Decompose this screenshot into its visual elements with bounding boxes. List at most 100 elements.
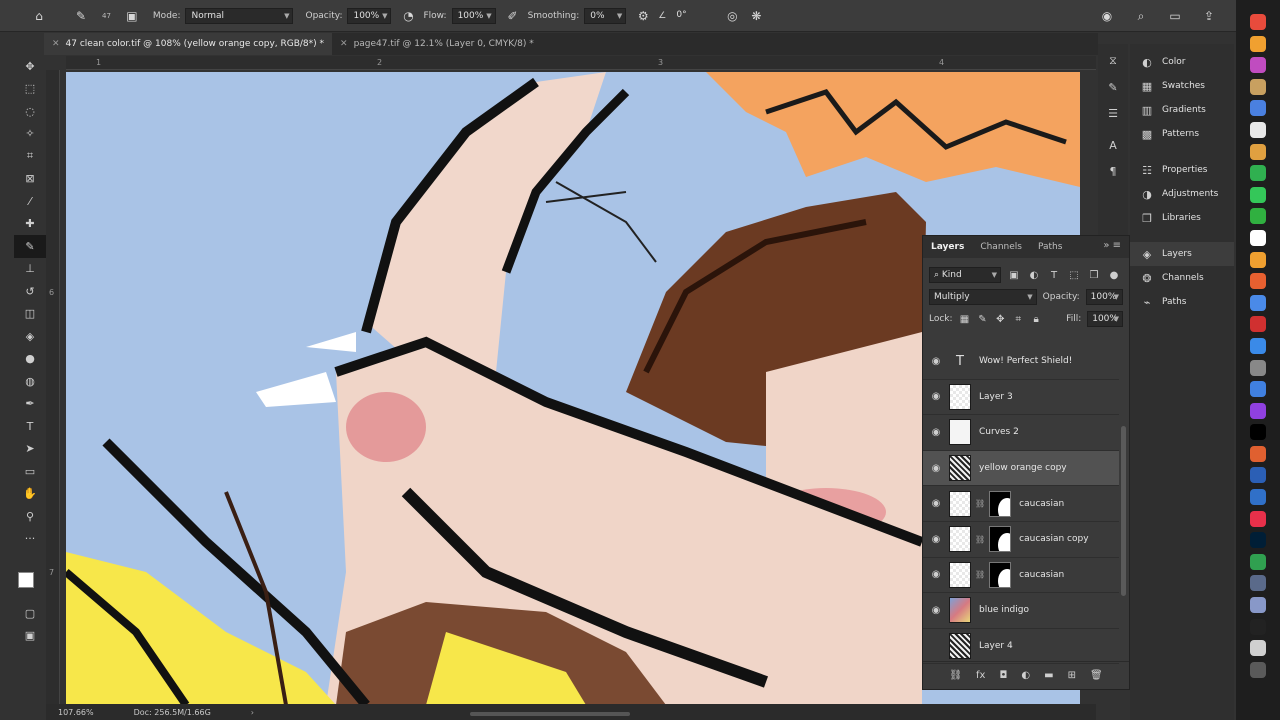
layer-row[interactable]: ◉ T Wow! Perfect Shield! <box>923 344 1119 380</box>
close-icon[interactable]: ✕ <box>340 33 348 55</box>
app-store-app-icon[interactable] <box>1250 337 1266 354</box>
lasso-tool-icon[interactable]: ◌ <box>14 100 46 123</box>
layer-row[interactable]: ◉ Layer 4 <box>923 629 1119 665</box>
filter-adjustment-icon[interactable]: ◐ <box>1027 270 1041 281</box>
filter-shape-icon[interactable]: ⬚ <box>1067 270 1081 281</box>
home-icon[interactable]: ⌂ <box>30 7 48 25</box>
app-icon[interactable] <box>1250 640 1266 657</box>
photoshop-app-icon[interactable] <box>1250 532 1266 549</box>
eye-icon[interactable]: ◉ <box>923 605 949 616</box>
panel-swatches[interactable]: ▦ Swatches <box>1130 74 1234 98</box>
layer-row[interactable]: ◉ Layer 3 <box>923 380 1119 416</box>
layers-scrollbar[interactable] <box>1121 426 1126 596</box>
new-layer-icon[interactable]: ⊞ <box>1068 670 1076 681</box>
layer-row[interactable]: ◉ ⛓︎ caucasian <box>923 558 1119 594</box>
app-icon[interactable] <box>1250 273 1266 290</box>
history-brush-tool-icon[interactable]: ↺ <box>14 280 46 303</box>
layer-opacity-input[interactable]: 100% ▼ <box>1085 289 1123 305</box>
lock-all-icon[interactable]: 🔒︎ <box>1030 314 1042 325</box>
eye-icon[interactable]: ◉ <box>923 463 949 474</box>
status-menu-icon[interactable]: › <box>251 708 254 717</box>
stamp-tool-icon[interactable]: ⊥ <box>14 258 46 281</box>
path-selection-tool-icon[interactable]: ➤ <box>14 438 46 461</box>
brush-tool-icon[interactable]: ✎ <box>14 235 46 258</box>
gear-icon[interactable]: ⚙ <box>634 7 652 25</box>
move-tool-icon[interactable]: ✥ <box>14 55 46 78</box>
panel-gradients[interactable]: ▥ Gradients <box>1130 98 1234 122</box>
opacity-input[interactable]: 100% ▼ <box>347 7 392 24</box>
mode-select[interactable]: Normal ▼ <box>185 7 294 24</box>
layer-row[interactable]: ◉ Curves 2 <box>923 415 1119 451</box>
brush-tool-icon[interactable]: ✎ <box>72 7 90 25</box>
panel-properties[interactable]: ☷ Properties <box>1130 158 1234 182</box>
app-icon[interactable] <box>1250 553 1266 570</box>
layer-row[interactable]: ◉ yellow orange copy <box>923 450 1119 487</box>
lock-transparency-icon[interactable]: ▦ <box>959 314 971 325</box>
system-prefs-app-icon[interactable] <box>1250 359 1266 376</box>
app-icon[interactable] <box>1250 229 1266 246</box>
history-icon[interactable]: ⧖ <box>1098 50 1128 72</box>
app-icon[interactable] <box>1250 294 1266 311</box>
layer-mask-thumbnail[interactable] <box>989 561 1012 588</box>
eye-icon[interactable]: ◉ <box>923 356 949 367</box>
panel-paths[interactable]: ⌁ Paths <box>1130 290 1234 314</box>
eye-icon[interactable]: ◉ <box>923 534 949 545</box>
zoom-tool-icon[interactable]: ⚲ <box>14 505 46 528</box>
obs-app-icon[interactable] <box>1250 618 1266 635</box>
podcasts-app-icon[interactable] <box>1250 402 1266 419</box>
workspace-icon[interactable]: ▭ <box>1166 7 1184 25</box>
pressure-opacity-icon[interactable]: ◔ <box>399 7 417 25</box>
search-icon[interactable]: ⌕ <box>1132 7 1150 25</box>
app-icon[interactable] <box>1250 100 1266 117</box>
opera-app-icon[interactable] <box>1250 316 1266 333</box>
chrome-app-icon[interactable] <box>1250 143 1266 160</box>
music-app-icon[interactable] <box>1250 510 1266 527</box>
type-tool-icon[interactable]: T <box>14 415 46 438</box>
filter-smart-object-icon[interactable]: ❒ <box>1087 270 1101 281</box>
facetime-app-icon[interactable] <box>1250 208 1266 225</box>
blend-mode-select[interactable]: Multiply ▼ <box>929 289 1037 305</box>
filter-toggle-icon[interactable]: ● <box>1107 270 1121 281</box>
brush-settings-icon[interactable]: ▣ <box>123 7 141 25</box>
layer-mask-thumbnail[interactable] <box>989 490 1012 517</box>
eye-icon[interactable]: ◉ <box>923 427 949 438</box>
panel-menu-icon[interactable]: » ≡ <box>1103 240 1121 251</box>
flow-input[interactable]: 100% ▼ <box>451 7 496 24</box>
airbrush-icon[interactable]: ✐ <box>504 7 522 25</box>
tab-paths[interactable]: Paths <box>1038 242 1062 252</box>
eye-icon[interactable]: ◉ <box>923 569 949 580</box>
more-tools-icon[interactable]: ··· <box>14 528 46 551</box>
filter-type-icon[interactable]: T <box>1047 270 1061 281</box>
pressure-size-icon[interactable]: ◎ <box>723 7 741 25</box>
app-icon[interactable] <box>1250 121 1266 138</box>
panel-color[interactable]: ◐ Color <box>1130 50 1234 74</box>
link-icon[interactable]: ⛓︎ <box>975 570 985 579</box>
dodge-tool-icon[interactable]: ● <box>14 348 46 371</box>
tab-layers[interactable]: Layers <box>931 242 964 252</box>
horizontal-scrollbar[interactable] <box>470 712 630 716</box>
lock-image-icon[interactable]: ✎ <box>976 314 988 325</box>
app-icon[interactable] <box>1250 575 1266 592</box>
calendar-app-icon[interactable] <box>1250 14 1266 30</box>
panel-channels[interactable]: ❂ Channels <box>1130 266 1234 290</box>
layer-row[interactable]: ◉ blue indigo <box>923 593 1119 629</box>
layer-row[interactable]: ◉ ⛓︎ caucasian <box>923 486 1119 522</box>
app-icon[interactable] <box>1250 78 1266 95</box>
zoom-level[interactable]: 107.66% <box>58 708 94 717</box>
link-layers-icon[interactable]: ⛓︎ <box>949 670 962 681</box>
paragraph-icon[interactable]: ¶ <box>1098 160 1128 182</box>
notes-app-icon[interactable] <box>1250 35 1266 52</box>
shape-tool-icon[interactable]: ▭ <box>14 460 46 483</box>
screen-mode-icon[interactable]: ▣ <box>14 624 46 647</box>
foreground-color-swatch[interactable] <box>18 572 34 588</box>
quick-mask-icon[interactable]: ▢ <box>14 602 46 625</box>
marquee-tool-icon[interactable]: ⬚ <box>14 78 46 101</box>
trash-icon[interactable] <box>1250 661 1266 678</box>
tool-presets-icon[interactable]: ☰ <box>1098 102 1128 124</box>
user-icon[interactable]: ◉ <box>1098 7 1116 25</box>
lock-artboard-icon[interactable]: ⌗ <box>1012 314 1024 325</box>
crop-tool-icon[interactable]: ⌗ <box>14 145 46 168</box>
adjustment-layer-icon[interactable]: ◐ <box>1021 670 1030 681</box>
app-icon[interactable] <box>1250 165 1266 182</box>
panel-libraries[interactable]: ❒ Libraries <box>1130 206 1234 230</box>
